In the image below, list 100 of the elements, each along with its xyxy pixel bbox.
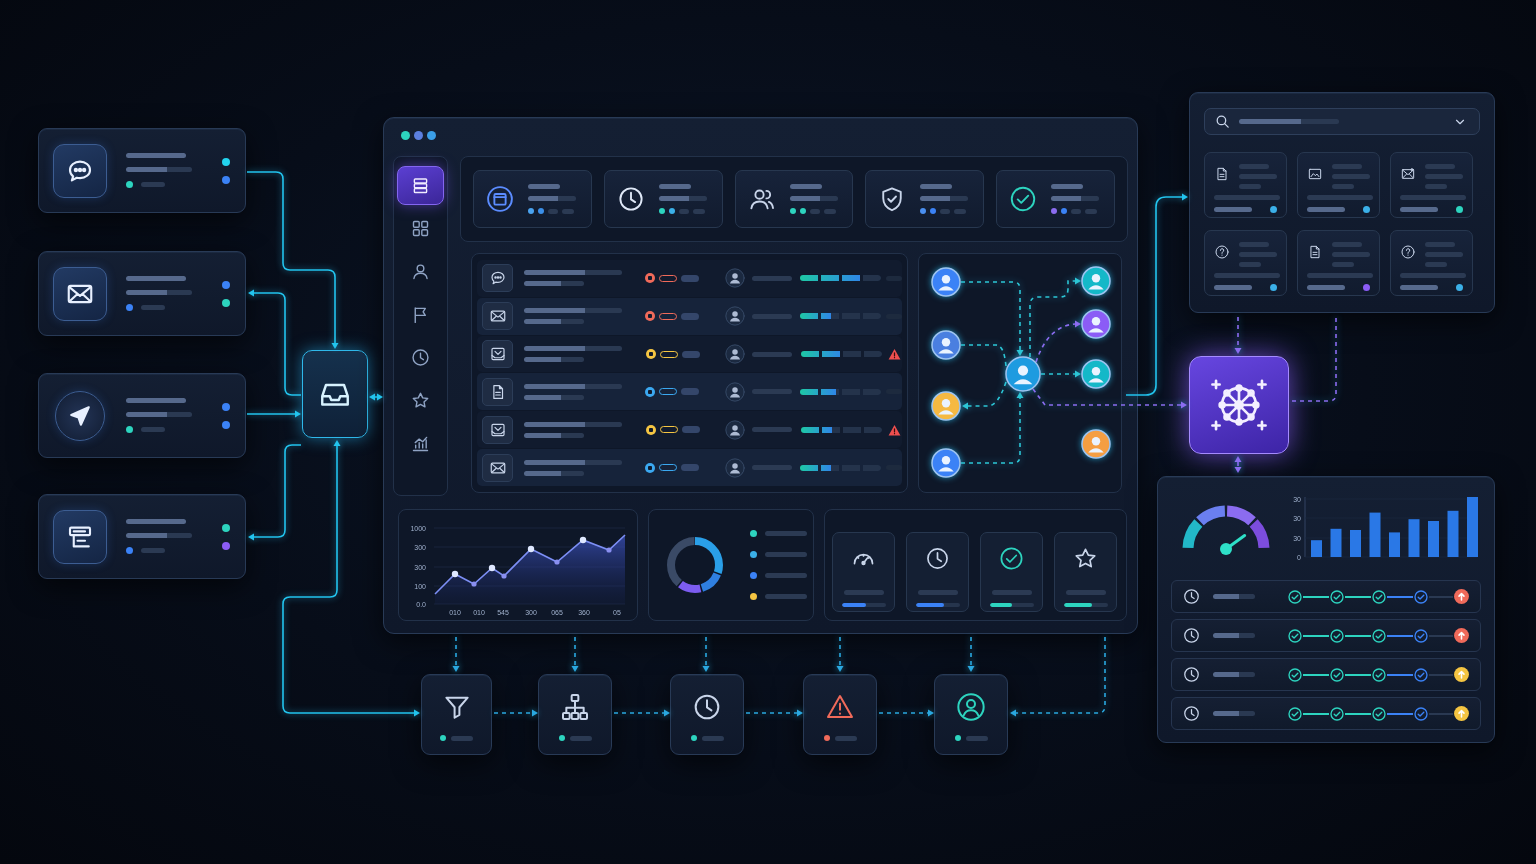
skeleton-line [1425, 184, 1447, 189]
skeleton-line [920, 184, 953, 189]
skeleton-line [1400, 285, 1438, 290]
skeleton-line [126, 290, 192, 295]
skeleton-line [451, 735, 473, 741]
avatar-icon [724, 457, 745, 478]
grid-icon [410, 218, 431, 239]
skeleton-line [126, 167, 192, 172]
skeleton-line [765, 531, 807, 536]
skeleton-line [1071, 208, 1082, 214]
skeleton-line [524, 357, 584, 363]
status-tag [681, 274, 700, 282]
skeleton-line [823, 208, 836, 214]
skeleton-line [789, 196, 838, 201]
skeleton-line [1332, 174, 1370, 179]
skeleton-line [1214, 273, 1280, 278]
status-tag [681, 350, 700, 358]
envelope-icon [53, 266, 107, 321]
skeleton-line [1332, 242, 1362, 247]
user-icon [410, 261, 431, 282]
skeleton-line [1239, 262, 1261, 267]
skeleton-line [1425, 164, 1455, 169]
skeleton-line [524, 394, 584, 400]
connector-line [1387, 673, 1413, 676]
skeleton-line [765, 573, 807, 578]
skeleton-line [920, 196, 969, 201]
skeleton-line [1400, 195, 1466, 200]
skeleton-line [1332, 262, 1354, 267]
search-icon [1214, 113, 1231, 130]
skeleton-line [1307, 273, 1373, 278]
inbox-icon [482, 415, 513, 444]
connector-arrow [878, 709, 934, 717]
skeleton-line [701, 735, 724, 741]
connector-arrow [1040, 370, 1081, 378]
connector-arrow [1234, 316, 1242, 354]
skeleton-line [126, 153, 186, 158]
connector-line [1303, 673, 1329, 676]
envelope-icon [482, 302, 513, 331]
calendar-icon [485, 184, 515, 214]
skeleton-line [126, 412, 192, 417]
skeleton-line [751, 275, 792, 281]
connector-arrow [1234, 456, 1242, 473]
connector-line [1303, 634, 1329, 637]
connector-line [1345, 595, 1371, 598]
skeleton-line [1239, 184, 1261, 189]
avatar-icon [725, 344, 746, 365]
connector-line [1429, 673, 1453, 676]
skeleton-line [1213, 633, 1255, 638]
skeleton-line [528, 196, 576, 201]
skeleton-line [126, 276, 186, 281]
skeleton-line [751, 389, 792, 395]
skeleton-line [1051, 196, 1100, 201]
check-circle-icon [998, 545, 1025, 572]
status-tag [681, 426, 700, 434]
connector-line [1303, 712, 1329, 715]
skeleton-line [1332, 184, 1354, 189]
skeleton-line [126, 519, 186, 524]
clock-icon [1182, 704, 1201, 723]
skeleton-line [678, 208, 689, 214]
connector-line [1429, 595, 1453, 598]
skeleton-line [834, 735, 857, 741]
connector-arrow [452, 636, 460, 672]
skeleton-line [809, 208, 820, 214]
skeleton-line [548, 208, 558, 214]
connector-line [1345, 673, 1371, 676]
skeleton-line [141, 182, 165, 187]
skeleton-line [752, 351, 793, 357]
clock-icon [1182, 626, 1201, 645]
status-tag [681, 464, 700, 472]
clock-icon [924, 545, 951, 572]
skeleton-line [1085, 208, 1098, 214]
connector-line [1387, 595, 1413, 598]
connector-arrow [702, 636, 710, 672]
skeleton-line [1425, 252, 1463, 257]
search-field[interactable] [1204, 108, 1480, 135]
skeleton-line [1400, 207, 1438, 212]
connector-line [1345, 712, 1371, 715]
skeleton-line [843, 590, 884, 595]
sidebar-item[interactable] [397, 166, 444, 205]
skeleton-line [524, 470, 584, 476]
envelope-icon [482, 453, 513, 482]
connector-arrow [745, 709, 803, 717]
skeleton-line [524, 281, 584, 287]
chat-bubble-icon [53, 143, 107, 198]
skeleton-line [1425, 242, 1455, 247]
skeleton-line [965, 735, 988, 741]
skeleton-line [917, 590, 958, 595]
skeleton-line [954, 208, 967, 214]
skeleton-line [765, 552, 807, 557]
skeleton-line [1214, 285, 1252, 290]
connector-arrow [571, 636, 579, 672]
clock-icon [1182, 665, 1201, 684]
connector-line [1387, 712, 1413, 715]
paper-plane-icon [55, 390, 105, 441]
clock-icon [410, 347, 431, 368]
avatar-icon [724, 306, 745, 327]
connector-line [1429, 712, 1453, 715]
skeleton-line [126, 533, 192, 538]
skeleton-line [991, 590, 1032, 595]
hierarchy-icon [559, 691, 591, 723]
